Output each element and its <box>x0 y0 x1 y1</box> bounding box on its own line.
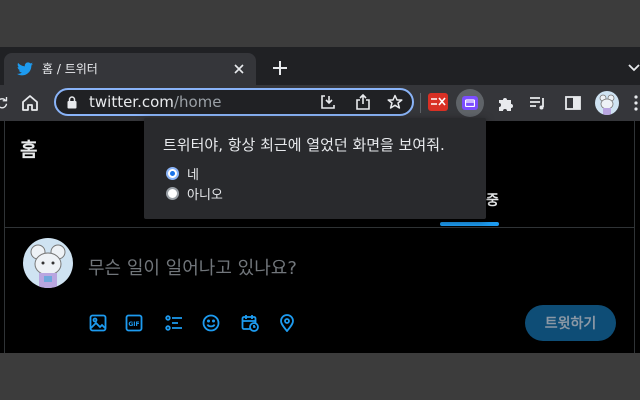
close-icon[interactable] <box>230 60 248 78</box>
schedule-icon[interactable] <box>240 313 260 333</box>
puzzle-icon[interactable] <box>495 93 515 113</box>
extension-active-icon[interactable] <box>456 89 484 117</box>
folder-tab-icon <box>462 96 478 110</box>
option-yes[interactable]: 네 <box>166 164 199 183</box>
radio-yes[interactable] <box>166 167 179 180</box>
tweet-button-label: 트윗하기 <box>544 316 597 332</box>
url-path: /home <box>173 93 222 111</box>
compose-input[interactable]: 무슨 일이 일어나고 있나요? <box>88 254 297 280</box>
column-border-left <box>4 121 5 353</box>
chevron-down-icon[interactable] <box>628 60 640 76</box>
profile-avatar-icon[interactable] <box>595 91 619 115</box>
new-tab-icon[interactable] <box>270 58 290 78</box>
share-icon[interactable] <box>354 93 372 111</box>
option-no[interactable]: 아니오 <box>166 184 223 203</box>
reload-icon[interactable] <box>0 94 8 112</box>
lock-icon[interactable] <box>65 95 79 109</box>
option-no-label: 아니오 <box>187 188 223 203</box>
header-divider <box>5 227 634 228</box>
gif-icon[interactable]: GIF <box>124 313 144 333</box>
star-icon[interactable] <box>386 93 404 111</box>
tab-title: 홈 / 트위터 <box>42 62 98 76</box>
svg-text:GIF: GIF <box>128 321 139 328</box>
extension-red-icon[interactable] <box>428 93 448 111</box>
twitter-bird-icon <box>17 61 33 77</box>
column-border-right <box>634 121 635 353</box>
page-title: 홈 <box>20 139 38 161</box>
url-text[interactable]: twitter.com/home <box>89 93 221 111</box>
install-icon[interactable] <box>319 93 337 111</box>
media-icon[interactable] <box>528 93 548 113</box>
emoji-icon[interactable] <box>201 313 221 333</box>
option-yes-label: 네 <box>187 168 199 183</box>
home-icon[interactable] <box>20 93 40 113</box>
image-icon[interactable] <box>88 313 108 333</box>
url-host: twitter.com <box>89 93 174 111</box>
sidepanel-icon[interactable] <box>563 93 583 113</box>
tab-following[interactable]: 중 <box>486 190 499 210</box>
address-bar[interactable]: twitter.com/home <box>54 88 414 116</box>
tweet-button[interactable]: 트윗하기 <box>525 305 616 341</box>
radio-no[interactable] <box>166 187 179 200</box>
popup-question: 트위터야, 항상 최근에 열었던 화면을 보여줘. <box>163 136 445 154</box>
menu-icon[interactable] <box>632 94 640 112</box>
browser-tab[interactable]: 홈 / 트위터 <box>4 53 256 85</box>
tab-active-indicator <box>440 222 499 226</box>
avatar[interactable] <box>23 238 73 288</box>
extension-popup: 트위터야, 항상 최근에 열었던 화면을 보여줘. 네 아니오 <box>144 118 486 219</box>
toolbar-divider <box>420 93 421 113</box>
radio-yes-dot <box>170 171 175 176</box>
poll-icon[interactable] <box>164 313 184 333</box>
location-icon[interactable] <box>277 313 297 333</box>
